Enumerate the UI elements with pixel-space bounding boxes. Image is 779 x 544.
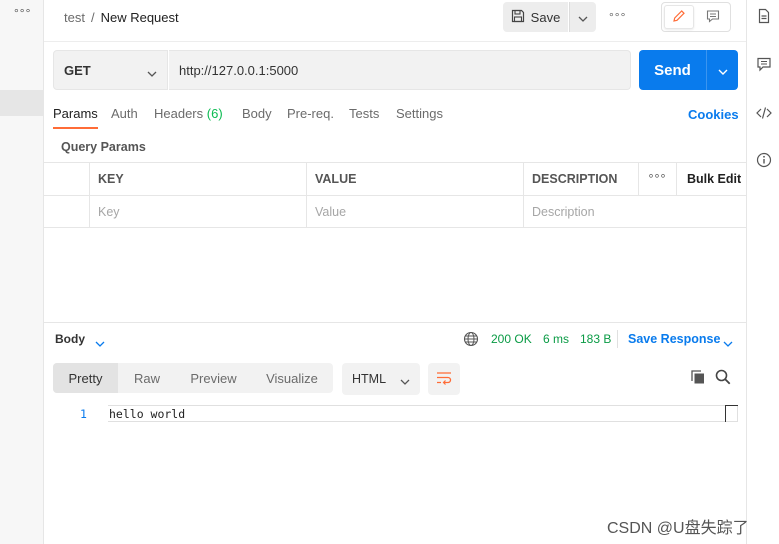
send-options-button[interactable] — [706, 50, 738, 90]
code-icon[interactable] — [756, 105, 772, 121]
column-label: KEY — [98, 172, 124, 186]
column-header-description: DESCRIPTION — [523, 163, 638, 195]
globe-icon[interactable] — [463, 331, 479, 350]
response-status[interactable]: 200 OK — [491, 332, 532, 346]
divider — [617, 330, 618, 348]
response-body-label[interactable]: Body — [55, 332, 85, 346]
edit-mode-button[interactable] — [664, 5, 694, 29]
method-value: GET — [64, 62, 91, 78]
tab-preview[interactable]: Preview — [176, 363, 251, 393]
chevron-down-icon[interactable] — [723, 335, 733, 350]
bulk-edit-button[interactable]: Bulk Edit — [676, 163, 746, 195]
format-value: HTML — [352, 372, 387, 386]
more-actions-button[interactable]: °°° — [609, 10, 626, 24]
breadcrumb-separator: / — [90, 10, 95, 25]
url-value: http://127.0.0.1:5000 — [179, 62, 299, 78]
chevron-down-icon — [147, 65, 157, 80]
watermark: CSDN @U盘失踪了 — [607, 520, 749, 537]
save-options-button[interactable] — [569, 2, 596, 32]
headers-count: (6) — [206, 106, 223, 121]
search-icon[interactable] — [715, 369, 731, 388]
tab-params[interactable]: Params — [53, 106, 98, 129]
tab-headers[interactable]: Headers (6) — [154, 106, 223, 121]
send-button[interactable]: Send — [639, 50, 706, 90]
breadcrumb-collection[interactable]: test — [64, 10, 85, 25]
wrap-lines-icon — [436, 371, 452, 388]
column-label: VALUE — [315, 172, 357, 186]
save-button[interactable]: Save — [503, 2, 568, 32]
tab-pretty[interactable]: Pretty — [53, 363, 118, 393]
table-header-row: KEY VALUE DESCRIPTION °°° Bulk Edit — [44, 162, 746, 195]
request-name[interactable]: New Request — [101, 10, 179, 25]
line-number: 1 — [80, 407, 87, 421]
mode-toggle — [661, 2, 731, 32]
comment-icon — [706, 9, 720, 26]
param-description-input[interactable]: Description — [523, 196, 746, 228]
comments-mode-button[interactable] — [698, 5, 728, 29]
tab-visualize[interactable]: Visualize — [251, 363, 333, 393]
sidebar-selected-item[interactable] — [0, 90, 44, 116]
send-group: Send — [639, 50, 738, 90]
response-body-text[interactable]: hello world — [109, 407, 185, 421]
tab-label: Headers — [154, 106, 204, 121]
column-options-button[interactable]: °°° — [638, 163, 676, 195]
tab-raw[interactable]: Raw — [118, 363, 176, 393]
save-icon — [511, 9, 525, 26]
tab-label: Pre-req. — [287, 106, 334, 121]
column-label: DESCRIPTION — [532, 172, 618, 186]
left-sidebar: °°° — [0, 0, 44, 544]
chevron-down-icon — [578, 10, 588, 25]
tab-settings[interactable]: Settings — [396, 106, 443, 121]
response-time[interactable]: 6 ms — [543, 332, 569, 346]
chevron-down-icon — [400, 374, 410, 388]
copy-icon[interactable] — [690, 369, 706, 388]
tab-body[interactable]: Body — [242, 106, 272, 121]
request-header: test / New Request Save °°° — [44, 0, 746, 42]
code-line-highlight — [108, 405, 738, 422]
response-view-tabs: Pretty Raw Preview Visualize — [53, 363, 333, 393]
sidebar-more-button[interactable]: °°° — [14, 6, 31, 20]
info-icon[interactable] — [756, 152, 772, 168]
param-value-input[interactable]: Value — [306, 196, 523, 228]
chevron-down-icon[interactable] — [95, 335, 105, 350]
save-group: Save — [503, 2, 596, 32]
save-response-button[interactable]: Save Response — [628, 332, 720, 346]
cookies-link[interactable]: Cookies — [688, 107, 739, 122]
chevron-down-icon — [718, 63, 728, 78]
response-divider[interactable] — [44, 322, 746, 323]
tab-label: Body — [242, 106, 272, 121]
param-key-input[interactable]: Key — [89, 196, 306, 228]
tab-auth[interactable]: Auth — [111, 106, 138, 121]
tab-label: Auth — [111, 106, 138, 121]
save-label: Save — [530, 9, 561, 25]
query-params-title: Query Params — [61, 140, 146, 154]
tab-tests[interactable]: Tests — [349, 106, 379, 121]
format-select[interactable]: HTML — [342, 363, 420, 395]
url-input[interactable]: http://127.0.0.1:5000 — [169, 50, 631, 90]
tab-pre-request[interactable]: Pre-req. — [287, 106, 334, 121]
response-size[interactable]: 183 B — [580, 332, 611, 346]
tab-label: Settings — [396, 106, 443, 121]
table-row: Key Value Description — [44, 195, 746, 228]
tab-label: Params — [53, 106, 98, 121]
tab-label: Tests — [349, 106, 380, 121]
editor-scrollbar[interactable] — [725, 405, 738, 422]
column-header-value: VALUE — [306, 163, 523, 195]
breadcrumb: test / New Request — [64, 10, 179, 25]
comment-icon[interactable] — [756, 56, 772, 72]
wrap-lines-button[interactable] — [428, 363, 460, 395]
method-select[interactable]: GET — [53, 50, 168, 90]
column-header-key: KEY — [89, 163, 306, 195]
right-sidebar — [746, 0, 779, 544]
document-icon[interactable] — [756, 8, 772, 24]
pencil-icon — [672, 9, 686, 26]
